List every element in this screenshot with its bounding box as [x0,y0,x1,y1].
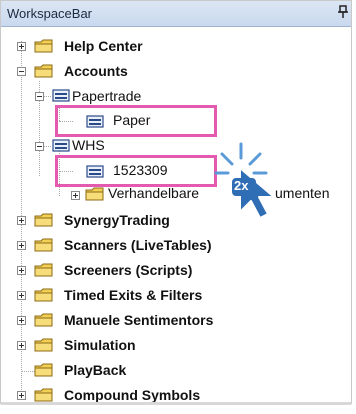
expand-icon[interactable] [17,291,26,300]
folder-icon [34,39,53,53]
expand-icon[interactable] [17,42,26,51]
panel-title: WorkspaceBar [7,6,93,21]
expand-icon[interactable] [17,391,26,400]
double-click-badge: 2x [234,178,249,193]
tree-label: Verhandelbare [108,185,200,201]
horizontal-scrollbar[interactable] [1,402,351,405]
account-icon [86,165,104,178]
tree-label: Scanners (LiveTables) [64,237,212,253]
tree-label: Papertrade [72,88,142,104]
pin-icon[interactable] [337,5,349,19]
tree-label: SynergyTrading [64,212,170,228]
folder-icon [34,213,53,227]
collapse-icon[interactable] [17,67,26,76]
account-group-icon [52,139,70,152]
workspace-bar-titlebar: WorkspaceBar [1,1,351,27]
collapse-icon[interactable] [35,142,44,151]
folder-icon [34,288,53,302]
account-group-icon [52,89,70,102]
expand-icon[interactable] [17,241,26,250]
tree-label: WHS [72,137,105,153]
tree-label: Manuele Sentimentors [64,312,214,328]
tree-label: Accounts [64,63,128,79]
collapse-icon[interactable] [35,92,44,101]
folder-icon [34,313,53,327]
expand-icon[interactable] [71,191,80,200]
tree-label: Simulation [64,337,136,353]
folder-icon [34,64,53,78]
expand-icon[interactable] [17,266,26,275]
tree-label: Compound Symbols [64,387,201,403]
tree-label: Screeners (Scripts) [64,262,193,278]
workspace-bar-panel: WorkspaceBar Help Center Accounts Papert… [0,0,352,405]
tree-label: Paper [113,112,151,128]
folder-icon [34,388,53,402]
tree-label: PlayBack [64,362,127,378]
folder-icon [34,363,53,377]
folder-icon [34,263,53,277]
tree-guide [21,371,35,372]
account-icon [86,115,104,128]
tree-label: 1523309 [113,162,168,178]
expand-icon[interactable] [17,316,26,325]
tree-label: Help Center [64,38,143,54]
folder-icon [85,187,104,201]
expand-icon[interactable] [17,341,26,350]
expand-icon[interactable] [17,216,26,225]
folder-icon [34,338,53,352]
folder-icon [34,238,53,252]
tree-label: Timed Exits & Filters [64,287,203,303]
double-click-cursor-icon [214,142,275,219]
